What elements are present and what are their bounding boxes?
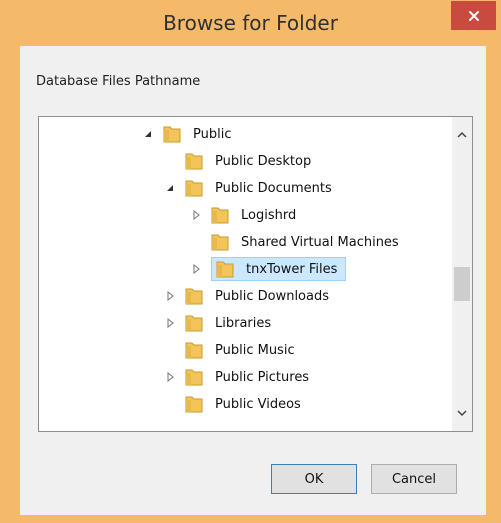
expanded-triangle-icon[interactable]: [163, 181, 177, 195]
folder-icon: [163, 126, 181, 143]
collapsed-triangle-icon[interactable]: [163, 289, 177, 303]
tree-item-label: tnxTower Files: [246, 261, 338, 277]
folder-icon: [185, 180, 203, 197]
ok-button[interactable]: OK: [271, 464, 357, 494]
folder-tree: Public Public Desktop Public Documents L…: [38, 116, 473, 432]
folder-icon: [185, 369, 203, 386]
collapsed-triangle-icon[interactable]: [189, 262, 203, 276]
tree-item-label: Logishrd: [241, 207, 297, 223]
tree-item-public[interactable]: Public: [141, 121, 235, 147]
tree-item-tnxtower-files[interactable]: tnxTower Files: [189, 256, 347, 282]
close-button[interactable]: [451, 1, 496, 30]
tree-item-public-music[interactable]: Public Music: [163, 337, 299, 363]
folder-icon: [185, 288, 203, 305]
tree-item-label: Public Music: [215, 342, 295, 358]
tree-item-shared-virtual-machines[interactable]: Shared Virtual Machines: [189, 229, 403, 255]
collapsed-triangle-icon[interactable]: [163, 370, 177, 384]
collapsed-triangle-icon[interactable]: [163, 316, 177, 330]
folder-icon: [211, 234, 229, 251]
tree-item-label: Public Pictures: [215, 369, 310, 385]
tree-item-public-downloads[interactable]: Public Downloads: [163, 283, 333, 309]
folder-icon: [185, 315, 203, 332]
chevron-down-icon: [457, 410, 467, 417]
tree-item-label: Shared Virtual Machines: [241, 234, 399, 250]
folder-icon: [185, 153, 203, 170]
tree-item-label: Public Desktop: [215, 153, 312, 169]
window-title: Browse for Folder: [163, 11, 338, 35]
tree-item-public-documents[interactable]: Public Documents: [163, 175, 336, 201]
tree-item-libraries[interactable]: Libraries: [163, 310, 275, 336]
folder-icon: [211, 207, 229, 224]
folder-icon: [185, 396, 203, 413]
folder-tree-list: Public Public Desktop Public Documents L…: [39, 117, 452, 431]
close-icon: [468, 10, 479, 21]
tree-item-label: Public: [193, 126, 232, 142]
collapsed-triangle-icon[interactable]: [189, 208, 203, 222]
scroll-up-button[interactable]: [452, 125, 472, 145]
tree-item-logishrd[interactable]: Logishrd: [189, 202, 300, 228]
tree-item-label: Public Videos: [215, 396, 301, 412]
scrollbar-thumb[interactable]: [454, 267, 470, 301]
tree-item-label: Public Downloads: [215, 288, 329, 304]
expanded-triangle-icon[interactable]: [141, 127, 155, 141]
folder-icon: [185, 342, 203, 359]
selected-item-highlight[interactable]: tnxTower Files: [211, 257, 347, 281]
tree-item-public-pictures[interactable]: Public Pictures: [163, 364, 313, 390]
vertical-scrollbar[interactable]: [452, 117, 472, 431]
tree-item-label: Libraries: [215, 315, 272, 331]
tree-item-label: Public Documents: [215, 180, 332, 196]
scroll-down-button[interactable]: [452, 403, 472, 423]
dialog-prompt: Database Files Pathname: [36, 74, 201, 89]
cancel-button[interactable]: Cancel: [371, 464, 457, 494]
tree-item-public-videos[interactable]: Public Videos: [163, 391, 305, 417]
dialog-client-area: Database Files Pathname Public Public De…: [20, 46, 486, 515]
title-bar[interactable]: Browse for Folder: [0, 0, 501, 46]
browse-for-folder-window: Browse for Folder Database Files Pathnam…: [0, 0, 501, 523]
folder-icon: [216, 261, 234, 278]
tree-item-public-desktop[interactable]: Public Desktop: [163, 148, 315, 174]
chevron-up-icon: [457, 131, 467, 138]
